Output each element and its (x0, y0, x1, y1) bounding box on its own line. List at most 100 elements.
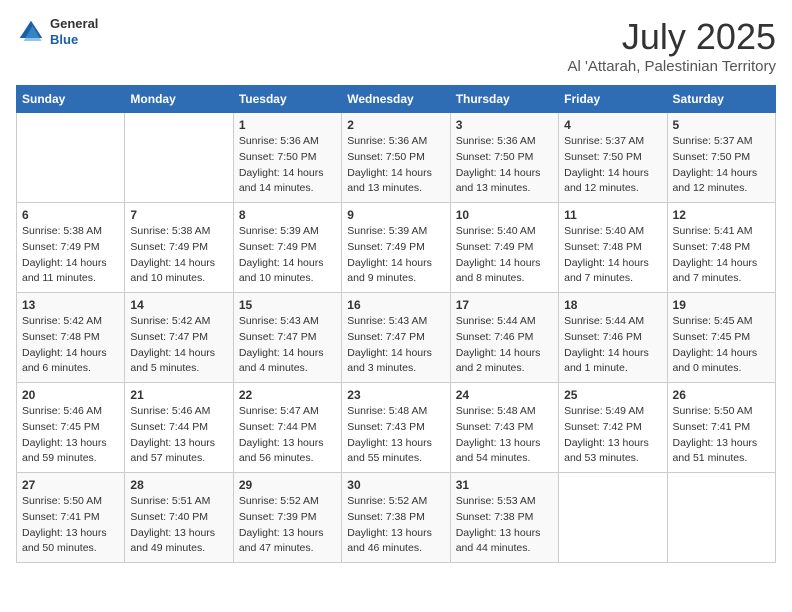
header-cell-sunday: Sunday (17, 86, 125, 113)
day-info: Sunrise: 5:42 AMSunset: 7:48 PMDaylight:… (22, 314, 119, 377)
day-cell: 27 Sunrise: 5:50 AMSunset: 7:41 PMDayligh… (17, 473, 125, 563)
day-info: Sunrise: 5:45 AMSunset: 7:45 PMDaylight:… (673, 314, 770, 377)
day-cell: 31 Sunrise: 5:53 AMSunset: 7:38 PMDayligh… (450, 473, 558, 563)
day-info: Sunrise: 5:36 AMSunset: 7:50 PMDaylight:… (347, 134, 444, 197)
day-cell (559, 473, 667, 563)
day-cell: 26 Sunrise: 5:50 AMSunset: 7:41 PMDayligh… (667, 383, 775, 473)
day-info: Sunrise: 5:39 AMSunset: 7:49 PMDaylight:… (239, 224, 336, 287)
day-info: Sunrise: 5:36 AMSunset: 7:50 PMDaylight:… (239, 134, 336, 197)
header-cell-wednesday: Wednesday (342, 86, 450, 113)
day-info: Sunrise: 5:48 AMSunset: 7:43 PMDaylight:… (347, 404, 444, 467)
day-info: Sunrise: 5:50 AMSunset: 7:41 PMDaylight:… (22, 494, 119, 557)
day-cell: 23Sunrise: 5:48 AMSunset: 7:43 PMDayligh… (342, 383, 450, 473)
day-info: Sunrise: 5:50 AMSunset: 7:41 PMDaylight:… (673, 404, 770, 467)
day-cell: 17Sunrise: 5:44 AMSunset: 7:46 PMDayligh… (450, 293, 558, 383)
day-info: Sunrise: 5:43 AMSunset: 7:47 PMDaylight:… (347, 314, 444, 377)
day-info: Sunrise: 5:48 AMSunset: 7:43 PMDaylight:… (456, 404, 553, 467)
day-cell: 1Sunrise: 5:36 AMSunset: 7:50 PMDaylight… (233, 113, 341, 203)
week-row-2: 6 Sunrise: 5:38 AMSunset: 7:49 PMDaylight… (17, 203, 776, 293)
day-info: Sunrise: 5:46 AMSunset: 7:45 PMDaylight:… (22, 404, 119, 467)
day-number: 26 (673, 388, 770, 402)
day-info: Sunrise: 5:46 AMSunset: 7:44 PMDaylight:… (130, 404, 227, 467)
day-cell: 4 Sunrise: 5:37 AMSunset: 7:50 PMDaylight… (559, 113, 667, 203)
logo-general: General (50, 16, 98, 32)
day-cell: 18Sunrise: 5:44 AMSunset: 7:46 PMDayligh… (559, 293, 667, 383)
day-cell: 20 Sunrise: 5:46 AMSunset: 7:45 PMDayligh… (17, 383, 125, 473)
day-number: 6 (22, 208, 119, 222)
week-row-1: 1Sunrise: 5:36 AMSunset: 7:50 PMDaylight… (17, 113, 776, 203)
header-cell-thursday: Thursday (450, 86, 558, 113)
day-number: 19 (673, 298, 770, 312)
day-number: 4 (564, 118, 661, 132)
day-number: 31 (456, 478, 553, 492)
day-number: 10 (456, 208, 553, 222)
day-info: Sunrise: 5:37 AMSunset: 7:50 PMDaylight:… (673, 134, 770, 197)
day-number: 27 (22, 478, 119, 492)
day-cell: 12Sunrise: 5:41 AMSunset: 7:48 PMDayligh… (667, 203, 775, 293)
day-info: Sunrise: 5:38 AMSunset: 7:49 PMDaylight:… (22, 224, 119, 287)
day-cell: 21 Sunrise: 5:46 AMSunset: 7:44 PMDayligh… (125, 383, 233, 473)
day-cell: 2 Sunrise: 5:36 AMSunset: 7:50 PMDaylight… (342, 113, 450, 203)
header-cell-monday: Monday (125, 86, 233, 113)
day-number: 7 (130, 208, 227, 222)
page-header: General Blue July 2025 Al 'Attarah, Pale… (16, 16, 776, 75)
day-info: Sunrise: 5:42 AMSunset: 7:47 PMDaylight:… (130, 314, 227, 377)
day-info: Sunrise: 5:43 AMSunset: 7:47 PMDaylight:… (239, 314, 336, 377)
header-cell-saturday: Saturday (667, 86, 775, 113)
day-number: 14 (130, 298, 227, 312)
day-number: 17 (456, 298, 553, 312)
header-cell-friday: Friday (559, 86, 667, 113)
day-cell (17, 113, 125, 203)
day-info: Sunrise: 5:53 AMSunset: 7:38 PMDaylight:… (456, 494, 553, 557)
day-number: 2 (347, 118, 444, 132)
day-cell: 24 Sunrise: 5:48 AMSunset: 7:43 PMDayligh… (450, 383, 558, 473)
day-number: 13 (22, 298, 119, 312)
day-number: 22 (239, 388, 336, 402)
week-row-4: 20 Sunrise: 5:46 AMSunset: 7:45 PMDayligh… (17, 383, 776, 473)
day-info: Sunrise: 5:52 AMSunset: 7:39 PMDaylight:… (239, 494, 336, 557)
day-info: Sunrise: 5:39 AMSunset: 7:49 PMDaylight:… (347, 224, 444, 287)
header-row: SundayMondayTuesdayWednesdayThursdayFrid… (17, 86, 776, 113)
day-number: 9 (347, 208, 444, 222)
subtitle: Al 'Attarah, Palestinian Territory (567, 58, 776, 75)
day-cell: 14 Sunrise: 5:42 AMSunset: 7:47 PMDayligh… (125, 293, 233, 383)
day-number: 24 (456, 388, 553, 402)
day-cell: 7 Sunrise: 5:38 AMSunset: 7:49 PMDaylight… (125, 203, 233, 293)
day-cell: 8Sunrise: 5:39 AMSunset: 7:49 PMDaylight… (233, 203, 341, 293)
day-info: Sunrise: 5:47 AMSunset: 7:44 PMDaylight:… (239, 404, 336, 467)
logo-icon (16, 17, 46, 47)
day-number: 28 (130, 478, 227, 492)
day-number: 21 (130, 388, 227, 402)
day-cell: 22 Sunrise: 5:47 AMSunset: 7:44 PMDayligh… (233, 383, 341, 473)
day-cell: 5Sunrise: 5:37 AMSunset: 7:50 PMDaylight… (667, 113, 775, 203)
day-number: 20 (22, 388, 119, 402)
day-number: 25 (564, 388, 661, 402)
day-info: Sunrise: 5:37 AMSunset: 7:50 PMDaylight:… (564, 134, 661, 197)
logo-blue: Blue (50, 32, 98, 48)
logo: General Blue (16, 16, 98, 47)
day-cell: 19 Sunrise: 5:45 AMSunset: 7:45 PMDayligh… (667, 293, 775, 383)
day-info: Sunrise: 5:36 AMSunset: 7:50 PMDaylight:… (456, 134, 553, 197)
title-block: July 2025 Al 'Attarah, Palestinian Terri… (567, 16, 776, 75)
main-title: July 2025 (567, 16, 776, 58)
day-cell (125, 113, 233, 203)
day-info: Sunrise: 5:41 AMSunset: 7:48 PMDaylight:… (673, 224, 770, 287)
day-info: Sunrise: 5:40 AMSunset: 7:48 PMDaylight:… (564, 224, 661, 287)
day-number: 18 (564, 298, 661, 312)
day-info: Sunrise: 5:51 AMSunset: 7:40 PMDaylight:… (130, 494, 227, 557)
day-cell: 6 Sunrise: 5:38 AMSunset: 7:49 PMDaylight… (17, 203, 125, 293)
day-cell: 15Sunrise: 5:43 AMSunset: 7:47 PMDayligh… (233, 293, 341, 383)
day-cell: 9 Sunrise: 5:39 AMSunset: 7:49 PMDaylight… (342, 203, 450, 293)
day-cell: 28 Sunrise: 5:51 AMSunset: 7:40 PMDayligh… (125, 473, 233, 563)
day-number: 16 (347, 298, 444, 312)
day-info: Sunrise: 5:49 AMSunset: 7:42 PMDaylight:… (564, 404, 661, 467)
day-info: Sunrise: 5:38 AMSunset: 7:49 PMDaylight:… (130, 224, 227, 287)
day-cell: 29 Sunrise: 5:52 AMSunset: 7:39 PMDayligh… (233, 473, 341, 563)
week-row-3: 13 Sunrise: 5:42 AMSunset: 7:48 PMDayligh… (17, 293, 776, 383)
header-cell-tuesday: Tuesday (233, 86, 341, 113)
day-number: 30 (347, 478, 444, 492)
day-cell: 13 Sunrise: 5:42 AMSunset: 7:48 PMDayligh… (17, 293, 125, 383)
day-info: Sunrise: 5:52 AMSunset: 7:38 PMDaylight:… (347, 494, 444, 557)
day-number: 29 (239, 478, 336, 492)
day-number: 11 (564, 208, 661, 222)
